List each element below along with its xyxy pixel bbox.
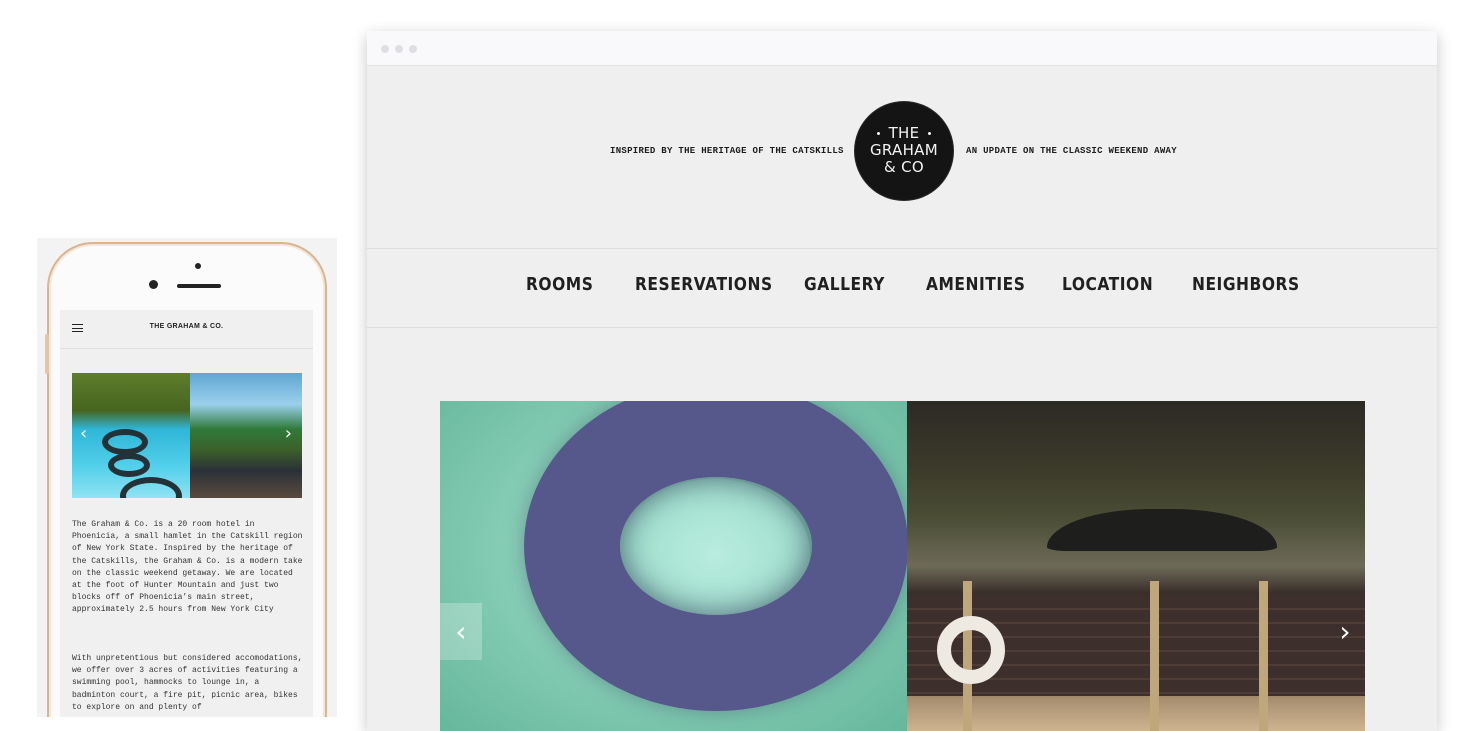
nav-neighbors[interactable]: NEIGHBORS	[1192, 274, 1300, 295]
mobile-image-slider: ‹ ›	[72, 373, 302, 498]
nav-location[interactable]: LOCATION	[1062, 274, 1153, 295]
logo-dot	[877, 132, 880, 135]
fence-post	[1259, 581, 1268, 731]
slider-next-icon[interactable]: ›	[1331, 603, 1359, 660]
phone-front-camera	[149, 280, 158, 289]
mobile-slider-prev-icon[interactable]: ‹	[80, 425, 87, 443]
logo-line: & CO	[884, 158, 924, 176]
logo-line: GRAHAM	[870, 141, 938, 159]
phone-side-button	[45, 334, 49, 374]
main-nav: ROOMS RESERVATIONS GALLERY AMENITIES LOC…	[367, 249, 1437, 327]
mobile-amenities-paragraph: With unpretentious but considered accomo…	[72, 654, 303, 712]
logo-dot	[928, 132, 931, 135]
inner-tube	[524, 401, 907, 711]
pool-tube	[108, 453, 150, 477]
nav-amenities[interactable]: AMENITIES	[926, 274, 1025, 295]
mobile-preview: THE GRAHAM & CO. ‹ › The Graham & Co. is…	[37, 238, 337, 717]
pool-photo	[72, 373, 190, 498]
nav-gallery[interactable]: GALLERY	[804, 274, 885, 295]
nav-rooms[interactable]: ROOMS	[526, 274, 593, 295]
window-dot[interactable]	[409, 45, 417, 53]
slider-prev-icon[interactable]: ‹	[440, 603, 482, 660]
nav-divider	[367, 327, 1437, 328]
life-buoy	[937, 616, 1005, 684]
mobile-site-title[interactable]: THE GRAHAM & CO.	[60, 323, 313, 330]
site-header: INSPIRED BY THE HERITAGE OF THE CATSKILL…	[367, 66, 1437, 249]
phone-camera	[195, 263, 201, 269]
pool-deck-photo	[907, 401, 1365, 731]
umbrella	[1047, 509, 1277, 551]
hero-slider: ‹ ›	[440, 401, 1365, 731]
tagline-left: INSPIRED BY THE HERITAGE OF THE CATSKILL…	[610, 146, 844, 156]
tagline-right: AN UPDATE ON THE CLASSIC WEEKEND AWAY	[966, 146, 1177, 156]
phone-speaker	[177, 284, 221, 288]
nav-reservations[interactable]: RESERVATIONS	[635, 274, 773, 295]
pool-tube	[120, 477, 182, 498]
browser-titlebar	[367, 31, 1437, 66]
logo-line: THE	[888, 124, 920, 142]
fence-post	[1150, 581, 1159, 731]
pool-tube	[102, 429, 148, 455]
mobile-slider-next-icon[interactable]: ›	[285, 425, 292, 443]
graham-co-logo[interactable]: THE GRAHAM & CO	[855, 102, 953, 200]
mobile-header: THE GRAHAM & CO.	[60, 310, 313, 349]
mobile-intro-paragraph: The Graham & Co. is a 20 room hotel in P…	[72, 520, 303, 615]
window-dot[interactable]	[395, 45, 403, 53]
desktop-browser-window: INSPIRED BY THE HERITAGE OF THE CATSKILL…	[367, 31, 1437, 731]
window-dot[interactable]	[381, 45, 389, 53]
mobile-screen: THE GRAHAM & CO. ‹ › The Graham & Co. is…	[60, 310, 313, 717]
inner-tube-photo	[440, 401, 907, 731]
